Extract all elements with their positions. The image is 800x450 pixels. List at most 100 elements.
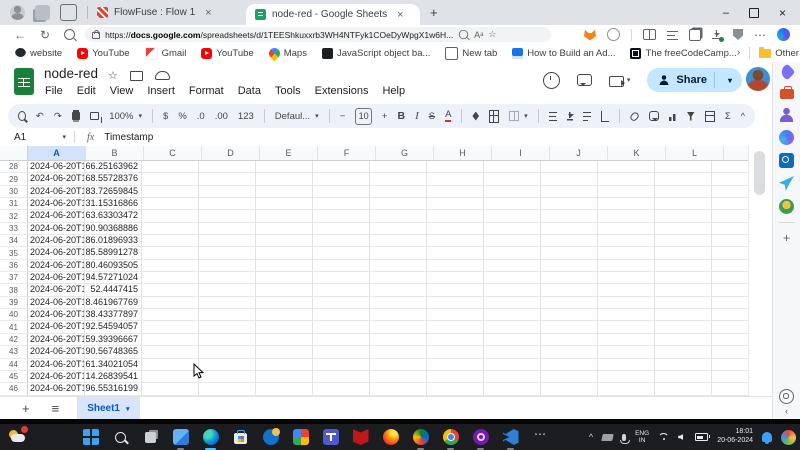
- cell-empty[interactable]: [655, 334, 712, 346]
- row-header-31[interactable]: 31: [0, 198, 28, 210]
- bookmark-item[interactable]: website: [15, 48, 62, 59]
- row-header-37[interactable]: 37: [0, 272, 28, 284]
- cell-empty[interactable]: [655, 346, 712, 358]
- cell-empty[interactable]: [199, 383, 256, 395]
- formula-value[interactable]: Timestamp: [104, 132, 153, 143]
- cell-empty[interactable]: [199, 235, 256, 247]
- search-icon[interactable]: [64, 29, 75, 40]
- cell-empty[interactable]: [313, 247, 370, 259]
- clock-date[interactable]: 18:0120-06-2024: [717, 428, 753, 446]
- cell-empty[interactable]: [655, 272, 712, 284]
- cell-empty[interactable]: [313, 235, 370, 247]
- cell-empty[interactable]: [313, 186, 370, 198]
- text-rotation-icon[interactable]: [601, 111, 609, 122]
- menu-data[interactable]: Data: [231, 83, 268, 99]
- redo-button[interactable]: ↷: [54, 111, 62, 122]
- cell-empty[interactable]: [370, 383, 427, 395]
- move-folder-icon[interactable]: [130, 71, 143, 81]
- cell-empty[interactable]: [142, 359, 199, 371]
- new-tab-button[interactable]: +: [430, 5, 438, 20]
- cell-value[interactable]: 59.39396667: [85, 334, 142, 346]
- cell-value[interactable]: 86.01896933: [85, 235, 142, 247]
- share-caret-icon[interactable]: ▾: [722, 76, 738, 85]
- cell-empty[interactable]: [199, 247, 256, 259]
- cell-timestamp[interactable]: 2024-06-20T12:2: [28, 198, 85, 210]
- cell-empty[interactable]: [199, 161, 256, 173]
- cell-empty[interactable]: [541, 321, 598, 333]
- user-avatar[interactable]: [746, 67, 770, 91]
- cell-empty[interactable]: [427, 161, 484, 173]
- cell-empty[interactable]: [655, 371, 712, 383]
- cell-empty[interactable]: [313, 284, 370, 296]
- split-screen-icon[interactable]: [643, 29, 656, 40]
- cell-empty[interactable]: [370, 235, 427, 247]
- other-favorites[interactable]: Other favorites: [759, 48, 800, 59]
- paint-format-icon[interactable]: [90, 112, 99, 120]
- more-formats-button[interactable]: 123: [238, 111, 254, 122]
- cell-empty[interactable]: [484, 186, 541, 198]
- cell-empty[interactable]: [199, 223, 256, 235]
- cell-empty[interactable]: [541, 235, 598, 247]
- column-header-H[interactable]: H: [434, 146, 492, 160]
- cell-empty[interactable]: [256, 309, 313, 321]
- undo-button[interactable]: ↶: [36, 111, 44, 122]
- cell-empty[interactable]: [370, 284, 427, 296]
- cell-value[interactable]: 14.26839541: [85, 371, 142, 383]
- cell-empty[interactable]: [313, 223, 370, 235]
- cell-empty[interactable]: [313, 309, 370, 321]
- menu-help[interactable]: Help: [375, 83, 412, 99]
- cell-timestamp[interactable]: 2024-06-20T12:2: [28, 321, 85, 333]
- cell-value[interactable]: 63.63303472: [85, 210, 142, 222]
- comments-icon[interactable]: [577, 74, 592, 86]
- cell-empty[interactable]: [256, 297, 313, 309]
- cell-empty[interactable]: [712, 359, 748, 371]
- star-document-icon[interactable]: ☆: [108, 69, 118, 82]
- cell-empty[interactable]: [712, 235, 748, 247]
- taskbar-search[interactable]: [112, 429, 129, 446]
- taskbar-task-view[interactable]: [142, 429, 159, 446]
- taskbar-cashback[interactable]: [262, 429, 279, 446]
- cell-empty[interactable]: [370, 260, 427, 272]
- cell-empty[interactable]: [313, 383, 370, 395]
- cell-empty[interactable]: [712, 173, 748, 185]
- cell-empty[interactable]: [655, 235, 712, 247]
- cell-empty[interactable]: [484, 272, 541, 284]
- cell-empty[interactable]: [484, 247, 541, 259]
- cell-empty[interactable]: [199, 186, 256, 198]
- cell-empty[interactable]: [712, 198, 748, 210]
- increase-decimals-button[interactable]: .00: [215, 111, 228, 122]
- device-icon[interactable]: [601, 434, 613, 441]
- cell-empty[interactable]: [484, 297, 541, 309]
- close-tab-icon[interactable]: ×: [397, 9, 403, 21]
- cell-empty[interactable]: [199, 334, 256, 346]
- cell-empty[interactable]: [598, 161, 655, 173]
- cell-value[interactable]: 52.4447415: [85, 284, 142, 296]
- cell-empty[interactable]: [484, 210, 541, 222]
- cell-value[interactable]: 38.43377897: [85, 309, 142, 321]
- cell-empty[interactable]: [427, 321, 484, 333]
- cell-value[interactable]: 94.57271024: [85, 272, 142, 284]
- bookmark-item[interactable]: YouTube: [201, 48, 253, 59]
- taskbar-edge[interactable]: [202, 429, 219, 446]
- cell-empty[interactable]: [142, 161, 199, 173]
- cell-empty[interactable]: [370, 359, 427, 371]
- close-button[interactable]: ×: [779, 6, 786, 20]
- outlook-icon[interactable]: [779, 153, 794, 168]
- sheets-logo-icon[interactable]: [14, 68, 34, 95]
- cell-empty[interactable]: [199, 346, 256, 358]
- cell-empty[interactable]: [427, 210, 484, 222]
- row-header-46[interactable]: 46: [0, 383, 28, 395]
- cell-timestamp[interactable]: 2024-06-20T12:2: [28, 272, 85, 284]
- cell-empty[interactable]: [199, 371, 256, 383]
- cell-timestamp[interactable]: 2024-06-20T12:2: [28, 223, 85, 235]
- column-header-J[interactable]: J: [550, 146, 608, 160]
- cell-empty[interactable]: [142, 272, 199, 284]
- cell-empty[interactable]: [427, 247, 484, 259]
- cell-empty[interactable]: [256, 247, 313, 259]
- cell-empty[interactable]: [427, 173, 484, 185]
- cell-empty[interactable]: [199, 210, 256, 222]
- cell-empty[interactable]: [598, 173, 655, 185]
- volume-icon[interactable]: [678, 434, 683, 440]
- row-header-39[interactable]: 39: [0, 297, 28, 309]
- cell-empty[interactable]: [655, 210, 712, 222]
